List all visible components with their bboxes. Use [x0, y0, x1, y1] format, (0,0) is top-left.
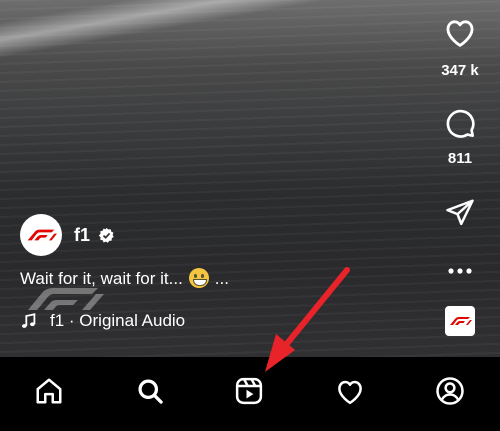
nav-search[interactable]	[130, 371, 170, 411]
comment-count: 811	[447, 150, 473, 167]
caption-text: Wait for it, wait for it...	[20, 269, 183, 288]
reel-caption[interactable]: Wait for it, wait for it......	[20, 268, 229, 289]
like-button[interactable]	[443, 16, 477, 48]
audio-row[interactable]: f1 · Original Audio	[20, 311, 185, 331]
reels-screen: 347 k 811 f1 Wait for it, wait for it...…	[0, 0, 500, 431]
more-options-button[interactable]	[447, 262, 473, 274]
heart-icon	[446, 20, 474, 47]
search-icon	[138, 379, 163, 404]
profile-icon	[436, 377, 464, 405]
grinning-emoji-icon	[188, 268, 209, 288]
f1-logo-icon	[450, 317, 472, 325]
nav-home[interactable]	[29, 371, 69, 411]
comment-icon	[446, 109, 475, 138]
nav-profile[interactable]	[430, 371, 470, 411]
share-button[interactable]	[445, 198, 475, 226]
username[interactable]: f1	[74, 225, 90, 246]
heart-icon	[338, 380, 362, 405]
avatar[interactable]	[20, 214, 62, 256]
reels-icon	[235, 377, 263, 405]
bottom-nav	[0, 357, 500, 431]
comment-button[interactable]	[444, 107, 476, 139]
audio-label: f1 · Original Audio	[50, 311, 186, 330]
f1-logo-icon	[27, 229, 57, 241]
reel-account-row: f1	[20, 214, 115, 256]
nav-reels[interactable]	[229, 371, 269, 411]
home-icon	[36, 378, 62, 404]
music-note-icon	[21, 313, 36, 328]
nav-activity[interactable]	[330, 371, 370, 411]
more-dots-icon	[448, 268, 472, 274]
audio-thumbnail[interactable]	[445, 306, 475, 336]
send-icon	[446, 199, 474, 226]
verified-badge-icon	[98, 227, 114, 243]
caption-more[interactable]: ...	[215, 269, 229, 288]
like-count: 347 k	[441, 62, 479, 79]
